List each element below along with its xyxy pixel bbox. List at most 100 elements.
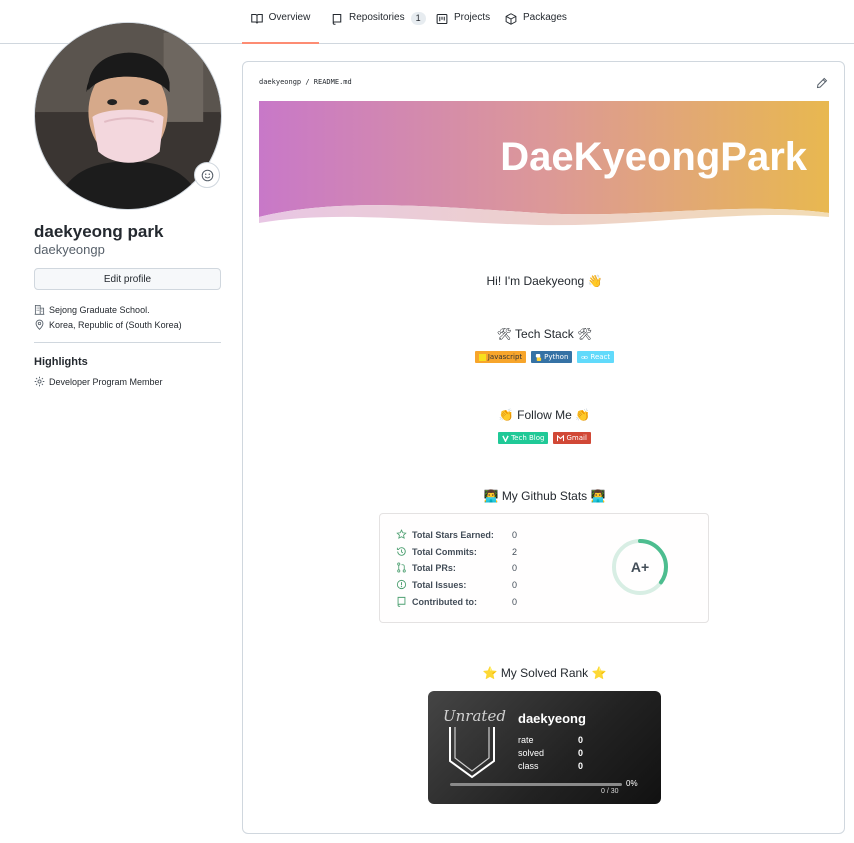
package-icon [505,13,517,25]
organization-text: Sejong Graduate School. [49,304,150,315]
stat-label: Total PRs: [412,562,456,573]
github-stats-heading: 👨‍💻 My Github Stats 👨‍💻 [243,489,846,503]
readme-card: daekyeongp / README.md DaeKyeongPark Hi!… [242,61,845,834]
star-icon [396,529,407,539]
tab-overview[interactable]: Overview [242,12,319,44]
stat-label: Contributed to: [412,596,477,607]
stat-value: 0 [512,562,518,573]
book-icon [250,13,263,25]
repo-icon [331,13,343,25]
avatar-photo [35,23,221,209]
issue-icon [396,579,407,590]
tab-label: Repositories [349,12,405,23]
python-badge[interactable]: Python [531,351,573,363]
waving-hand-icon: 👋 [587,274,603,288]
solved-row-rate: rate 0 [518,735,583,745]
rank-grade: A+ [630,559,650,575]
solved-value: 0 [578,735,584,745]
location-icon [35,319,44,330]
solved-value: 0 [578,761,584,771]
github-stats-text: My Github Stats [501,489,588,503]
solved-row-class: class 0 [518,761,583,771]
solved-label: solved [518,748,545,758]
badge-label: React [590,353,611,361]
repo-count-badge: 1 [410,12,426,25]
solved-value: 0 [578,748,584,758]
tab-repositories[interactable]: Repositories 1 [331,12,426,44]
readme-banner: DaeKyeongPark [259,101,829,228]
tier-shield-icon [447,725,497,779]
banner-title: DaeKyeongPark [500,135,807,179]
highlights-title: Highlights [34,356,88,368]
star-icon: ⭐ [482,666,498,680]
pencil-icon[interactable] [816,77,828,89]
tab-projects[interactable]: Projects [436,12,490,44]
organization-icon [34,304,45,315]
pull-request-icon [397,562,406,573]
hammer-wrench-icon: 🛠 [577,327,593,341]
solved-username: daekyeong [518,711,586,726]
stat-value: 0 [512,596,518,607]
gmail-icon [557,434,565,441]
sidebar-divider [34,342,221,343]
profile-location: Korea, Republic of (South Korea) [34,319,182,330]
solved-rank-text: My Solved Rank [500,666,589,680]
gear-icon [34,376,45,387]
gmail-badge[interactable]: Gmail [553,432,591,444]
solved-row-solved: solved 0 [518,748,583,758]
stat-label: Total Issues: [412,579,467,590]
stat-row-stars: Total Stars Earned: 0 [396,529,517,540]
solved-ac-card[interactable]: Unrated daekyeong rate 0 solved 0 class … [428,691,661,804]
solved-rank-heading: ⭐ My Solved Rank ⭐ [243,666,846,680]
set-status-button[interactable] [194,162,220,188]
tab-label: Overview [268,12,311,23]
follow-heading: 👏 Follow Me 👏 [243,408,846,422]
tech-stack-heading: 🛠 Tech Stack 🛠 [243,327,846,341]
technologist-icon: 👨‍💻 [483,489,499,503]
stat-label: Total Commits: [412,546,477,557]
stat-value: 2 [512,546,518,557]
highlight-text: Developer Program Member [49,376,163,387]
smiley-icon [201,169,213,181]
profile-full-name: daekyeong park [34,222,164,241]
greeting-heading: Hi! I'm Daekyeong 👋 [243,274,846,288]
github-stats-card: Total Stars Earned: 0 Total Commits: 2 T… [379,513,709,623]
project-icon [436,13,448,25]
edit-profile-button[interactable]: Edit profile [34,268,221,290]
tab-label: Projects [454,12,491,23]
python-icon [536,353,542,361]
stat-value: 0 [512,579,518,590]
star-icon: ⭐ [591,666,607,680]
readme-path[interactable]: daekyeongp / README.md [259,78,352,86]
greeting-text: Hi! I'm Daekyeong [486,274,585,288]
follow-text: Follow Me [517,408,572,422]
velog-icon [502,435,509,442]
react-badge[interactable]: React [577,351,615,363]
profile-organization: Sejong Graduate School. [34,304,150,315]
technologist-icon: 👨‍💻 [590,489,606,503]
tab-packages[interactable]: Packages [505,12,567,44]
javascript-icon [478,353,486,361]
react-icon [581,355,589,359]
tier-label: Unrated [443,707,506,725]
stat-label: Total Stars Earned: [412,529,494,540]
stat-row-issues: Total Issues: 0 [396,579,517,590]
hammer-wrench-icon: 🛠 [496,327,512,341]
solved-label: rate [518,735,534,745]
stat-row-contributed: Contributed to: 0 [396,596,517,607]
javascript-badge[interactable]: Javascript [474,351,527,363]
history-icon [396,547,406,556]
tech-blog-badge[interactable]: Tech Blog [498,432,549,444]
solved-progress-bar [450,783,622,786]
profile-username: daekyeongp [34,242,105,257]
badge-label: Python [544,353,569,361]
avatar[interactable] [34,22,222,210]
badge-label: Tech Blog [511,434,545,442]
location-text: Korea, Republic of (South Korea) [49,319,182,330]
tab-label: Packages [523,12,567,23]
solved-label: class [518,761,539,771]
repo-icon [397,596,406,607]
tech-stack-text: Tech Stack [515,327,574,341]
solved-fraction: 0 / 30 [601,788,619,795]
follow-badges: Tech Blog Gmail [243,432,846,444]
